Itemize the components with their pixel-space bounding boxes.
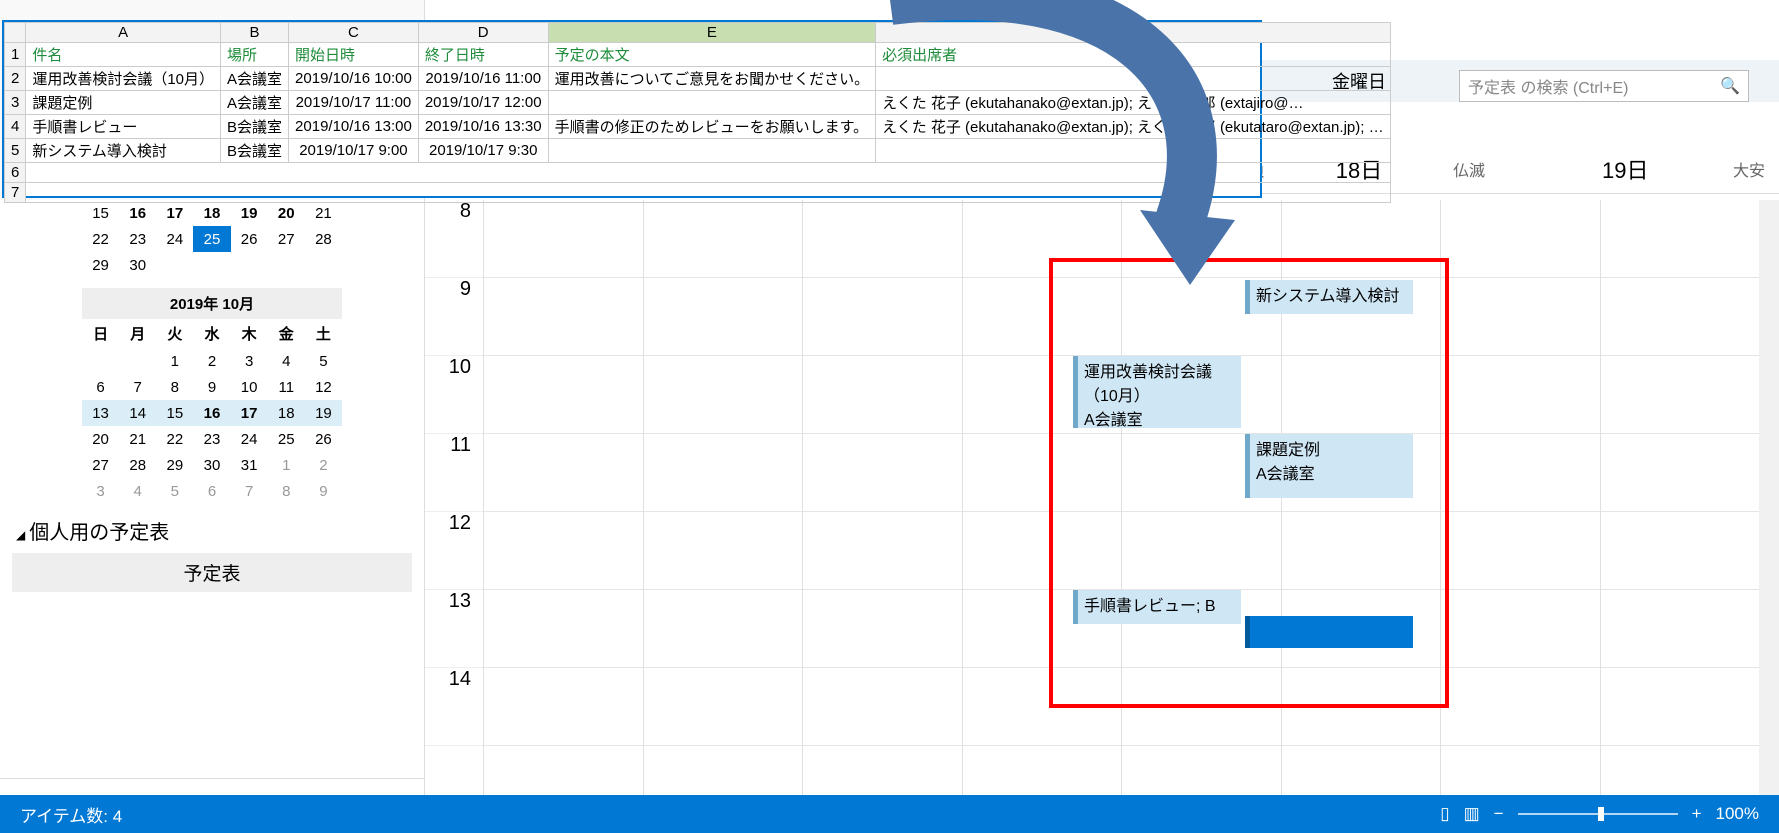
day-column-6[interactable] [1440, 200, 1600, 795]
col-C[interactable]: C [289, 23, 419, 43]
status-item-count: アイテム数: 4 [20, 802, 122, 827]
col-D[interactable]: D [418, 23, 548, 43]
zoom-in[interactable]: + [1692, 804, 1702, 824]
zoom-out[interactable]: − [1494, 804, 1504, 824]
event-selected-slot[interactable] [1245, 616, 1413, 648]
day-column-0[interactable] [483, 200, 643, 795]
time-column: 891011121314 [425, 200, 483, 746]
zoom-value: 100% [1716, 804, 1759, 824]
calendar-search[interactable]: 予定表 の検索 (Ctrl+E) 🔍 [1459, 70, 1749, 102]
event-review[interactable]: 手順書レビュー; B [1073, 590, 1241, 624]
view-reading-icon[interactable]: ▥ [1464, 804, 1480, 824]
search-placeholder: 予定表 の検索 (Ctrl+E) [1468, 74, 1628, 98]
col-E[interactable]: E [548, 23, 876, 43]
event-meeting[interactable]: 運用改善検討会議（10月） A会議室 [1073, 356, 1241, 428]
day-num-sat[interactable]: 19日 大安 [1499, 145, 1779, 194]
col-B[interactable]: B [221, 23, 289, 43]
annotation-arrow [840, 0, 1260, 300]
col-A[interactable]: A [26, 23, 221, 43]
search-icon: 🔍 [1720, 76, 1740, 96]
zoom-slider[interactable] [1518, 813, 1678, 815]
collapse-icon: ◢ [16, 528, 25, 542]
minical-september[interactable]: 15161718192021222324252627282930 [82, 200, 342, 278]
event-kadai[interactable]: 課題定例 A会議室 [1245, 434, 1413, 498]
vertical-scrollbar[interactable] [1759, 200, 1779, 795]
calendar-item-main[interactable]: 予定表 [12, 553, 412, 592]
status-bar: アイテム数: 4 ▯ ▥ − + 100% [0, 795, 1779, 833]
day-column-7[interactable] [1600, 200, 1760, 795]
view-normal-icon[interactable]: ▯ [1440, 804, 1449, 824]
minical-october[interactable]: 2019年 10月 日月火水木金土12345678910111213141516… [82, 288, 342, 504]
day-column-1[interactable] [643, 200, 803, 795]
my-calendars-header[interactable]: ◢個人用の予定表 [12, 504, 412, 549]
event-newsystem[interactable]: 新システム導入検討 [1245, 280, 1413, 314]
